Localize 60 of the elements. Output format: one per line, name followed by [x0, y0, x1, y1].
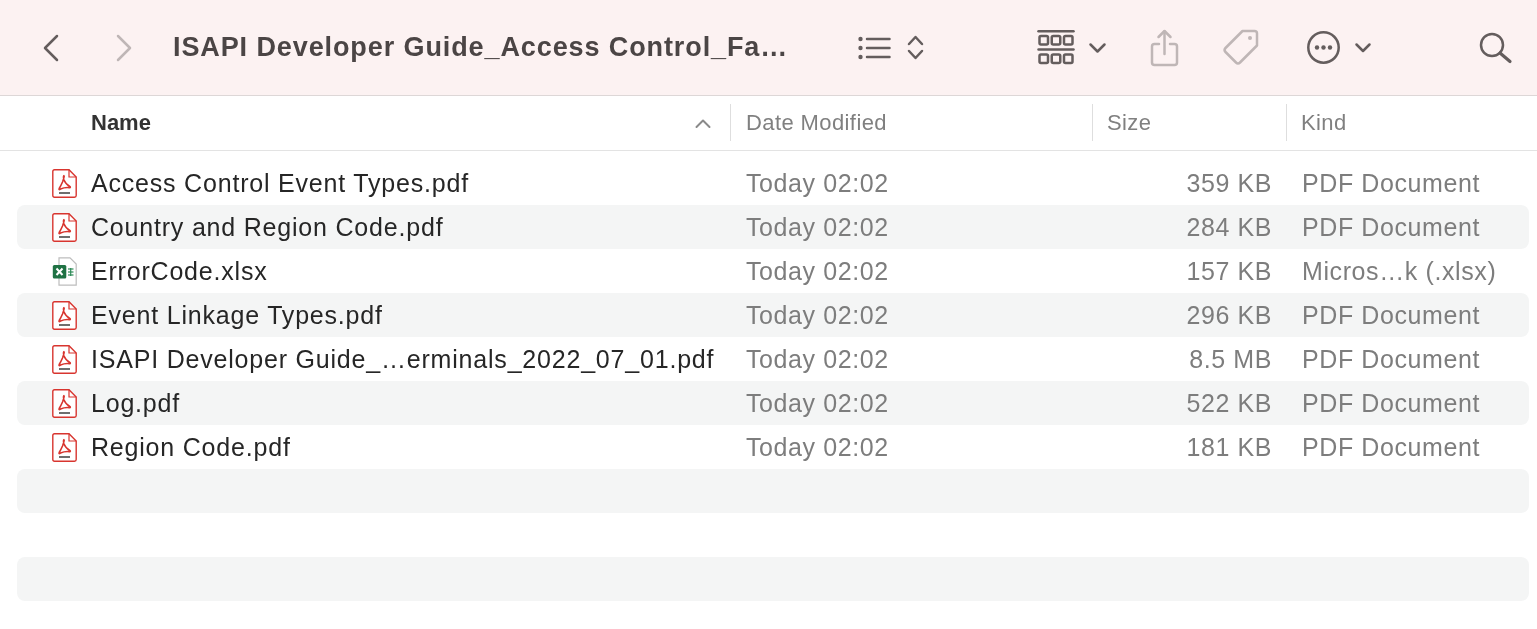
group-button[interactable] [1038, 30, 1106, 65]
file-size: 296 KB [1186, 300, 1272, 330]
folder-title: ISAPI Developer Guide_Access Control_Fa… [173, 32, 789, 63]
sort-ascending-icon [695, 118, 711, 128]
modified-date: Today 02:02 [746, 168, 889, 197]
file-name: ErrorCode.xlsx [91, 256, 268, 286]
search-icon [1479, 32, 1512, 63]
file-kind: PDF Document [1302, 212, 1481, 241]
file-row[interactable]: Country and Region Code.pdf Today 02:02 284 KB PDF Document [17, 205, 1529, 249]
view-options-button[interactable] [858, 34, 924, 61]
file-size: 181 KB [1186, 432, 1272, 462]
more-button[interactable] [1307, 31, 1371, 64]
file-name: Country and Region Code.pdf [91, 212, 444, 242]
spreadsheet-file-icon [52, 256, 77, 286]
file-name: Region Code.pdf [91, 432, 291, 462]
pdf-file-icon [52, 432, 77, 462]
chevron-left-icon [42, 33, 60, 62]
file-kind: PDF Document [1302, 432, 1481, 461]
modified-date: Today 02:02 [746, 432, 889, 461]
list-icon [858, 35, 891, 60]
tag-icon [1222, 29, 1259, 66]
ellipsis-circle-icon [1307, 31, 1340, 64]
grid-icon [1038, 30, 1074, 65]
modified-date: Today 02:02 [746, 300, 889, 329]
file-kind: Micros…k (.xlsx) [1302, 256, 1497, 285]
chevron-down-icon [1089, 42, 1106, 53]
pdf-file-icon [52, 344, 77, 374]
modified-date: Today 02:02 [746, 388, 889, 417]
file-name: Access Control Event Types.pdf [91, 168, 469, 198]
pdf-file-icon [52, 388, 77, 418]
file-kind: PDF Document [1302, 168, 1481, 197]
pdf-file-icon [52, 212, 77, 242]
modified-date: Today 02:02 [746, 256, 889, 285]
column-header[interactable]: Size [1092, 96, 1286, 150]
up-down-chevron-icon [907, 34, 924, 61]
file-name: Log.pdf [91, 388, 180, 418]
file-size: 359 KB [1186, 168, 1272, 198]
file-kind: PDF Document [1302, 344, 1481, 373]
file-size: 157 KB [1186, 256, 1272, 286]
pdf-file-icon [52, 168, 77, 198]
file-row[interactable]: Event Linkage Types.pdf Today 02:02 296 KB PDF Document [17, 293, 1529, 337]
file-name: Event Linkage Types.pdf [91, 300, 383, 330]
file-row[interactable]: Log.pdf Today 02:02 522 KB PDF Document [17, 381, 1529, 425]
share-icon [1150, 28, 1179, 67]
file-kind: PDF Document [1302, 300, 1481, 329]
modified-date: Today 02:02 [746, 212, 889, 241]
file-size: 284 KB [1186, 212, 1272, 242]
column-header[interactable]: Kind [1286, 96, 1537, 150]
chevron-right-icon [115, 33, 133, 62]
file-size: 8.5 MB [1189, 344, 1272, 374]
file-name: ISAPI Developer Guide_…erminals_2022_07_01.pdf [91, 344, 715, 374]
search-button[interactable] [1479, 32, 1512, 63]
column-header[interactable]: Date Modified [730, 96, 1092, 150]
modified-date: Today 02:02 [746, 344, 889, 373]
file-size: 522 KB [1186, 388, 1272, 418]
pdf-file-icon [52, 300, 77, 330]
back-button[interactable] [42, 33, 60, 62]
chevron-down-icon [1355, 42, 1371, 53]
column-header[interactable]: Name [0, 96, 730, 150]
file-kind: PDF Document [1302, 388, 1481, 417]
